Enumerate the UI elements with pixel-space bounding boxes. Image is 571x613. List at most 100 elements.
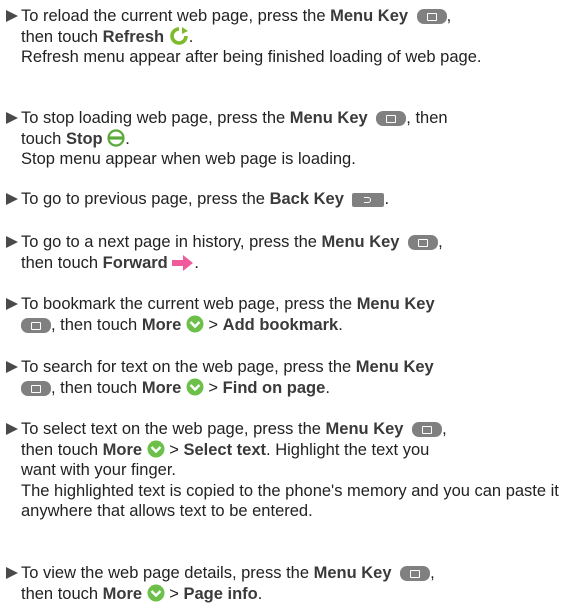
text: . [194,253,199,272]
refresh-label: Refresh [102,27,165,46]
menu-key-label: Menu Key [355,358,434,376]
back-key-label: Back Key [269,190,344,208]
item-line: then touch More > Page info. [21,584,566,605]
menu-key-icon [400,566,431,581]
item-line: touch Stop . [21,128,566,150]
item-line: To go to a next page in history, press t… [21,232,566,253]
bullet-triangle-icon [6,193,18,205]
text: , then touch [51,378,142,397]
item-note: Refresh menu appear after being finished… [21,48,482,67]
menu-key-label: Menu Key [356,295,435,313]
menu-key-icon [21,317,51,333]
text: To view the web page details, press the [21,564,314,582]
more-chevron-icon [147,584,165,602]
item-line: To search for text on the web page, pres… [21,357,566,378]
item-line: then touch More > Select text. Highlight… [21,440,566,461]
menu-key-label: Menu Key [325,420,404,438]
text: . [325,378,330,397]
page-info-label: Page info [183,584,258,603]
item-line: then touch Forward . [21,253,566,274]
help-page: To reload the current web page, press th… [0,0,571,613]
menu-key-label: Menu Key [313,564,392,582]
more-chevron-icon [186,378,204,396]
bullet-triangle-icon [6,423,18,435]
forward-label: Forward [102,253,168,272]
menu-key-icon [21,380,51,396]
bullet-triangle-icon [6,112,18,124]
text: . [384,190,390,208]
text: , [442,420,447,438]
item-line: To stop loading web page, press the Menu… [21,108,566,129]
list-item-back: To go to previous page, press the Back K… [6,189,566,210]
text: , then [406,109,448,127]
list-item-bookmark: To bookmark the current web page, press … [6,294,566,335]
text: . [338,315,343,334]
item-line: , then touch More > Add bookmark. [21,315,566,336]
text: To stop loading web page, press the [21,109,290,127]
item-line: To select text on the web page, press th… [21,419,566,440]
more-chevron-icon [147,440,165,458]
item-line: then touch Refresh . [21,26,566,48]
text: , [446,7,452,25]
text: To search for text on the web page, pres… [21,358,356,376]
text: touch [21,129,66,148]
text: , [438,233,443,251]
text: . [257,584,263,603]
list-item-select-text: To select text on the web page, press th… [6,419,566,522]
text: > [203,378,223,397]
stop-label: Stop [65,129,103,148]
bullet-triangle-icon [6,361,18,373]
item-line: To go to previous page, press the Back K… [21,189,566,210]
item-line: To view the web page details, press the … [21,563,566,584]
more-label: More [141,378,182,397]
item-line: , then touch More > Find on page. [21,378,566,399]
menu-key-label: Menu Key [289,109,368,127]
text: To bookmark the current web page, press … [21,295,357,313]
bullet-triangle-icon [6,10,18,22]
text: To select text on the web page, press th… [21,420,326,438]
more-label: More [102,584,143,603]
text: > [164,584,184,603]
menu-key-icon [408,235,439,250]
item-line: To bookmark the current web page, press … [21,294,566,315]
menu-key-icon [412,422,443,437]
text: then touch [21,253,103,272]
menu-key-icon [376,111,407,126]
more-chevron-icon [186,315,204,333]
add-bookmark-label: Add bookmark [222,315,339,334]
find-on-page-label: Find on page [222,378,326,397]
text: To go to previous page, press the [21,190,270,208]
more-label: More [102,440,143,459]
menu-key-icon [416,9,447,24]
text: > [203,315,223,334]
text: . Highlight the text you [266,440,430,459]
bullet-triangle-icon [6,236,18,248]
back-key-icon [352,193,385,207]
more-label: More [141,315,182,334]
text: To reload the current web page, press th… [21,7,331,25]
stop-icon [107,128,125,147]
text: To go to a next page in history, press t… [21,233,322,251]
select-text-label: Select text [183,440,267,459]
text: . [125,129,130,148]
text: , then touch [51,315,142,334]
list-item-find: To search for text on the web page, pres… [6,357,566,398]
item-note: Stop menu appear when web page is loadin… [21,150,356,169]
text: , [430,564,435,582]
menu-key-label: Menu Key [330,7,409,25]
bullet-triangle-icon [6,567,18,579]
list-item-page-info: To view the web page details, press the … [6,563,566,604]
list-item-stop: To stop loading web page, press the Menu… [6,108,566,170]
list-item-refresh: To reload the current web page, press th… [6,6,566,68]
text: then touch [21,440,103,459]
text: then touch [21,27,103,46]
text: then touch [21,584,103,603]
forward-arrow-icon [172,254,194,271]
menu-key-label: Menu Key [321,233,400,251]
text: . [188,27,194,46]
refresh-icon [169,26,188,45]
list-item-forward: To go to a next page in history, press t… [6,232,566,273]
item-line: To reload the current web page, press th… [21,6,566,27]
item-line: want with your finger. [21,461,176,480]
item-note: The highlighted text is copied to the ph… [21,481,559,521]
